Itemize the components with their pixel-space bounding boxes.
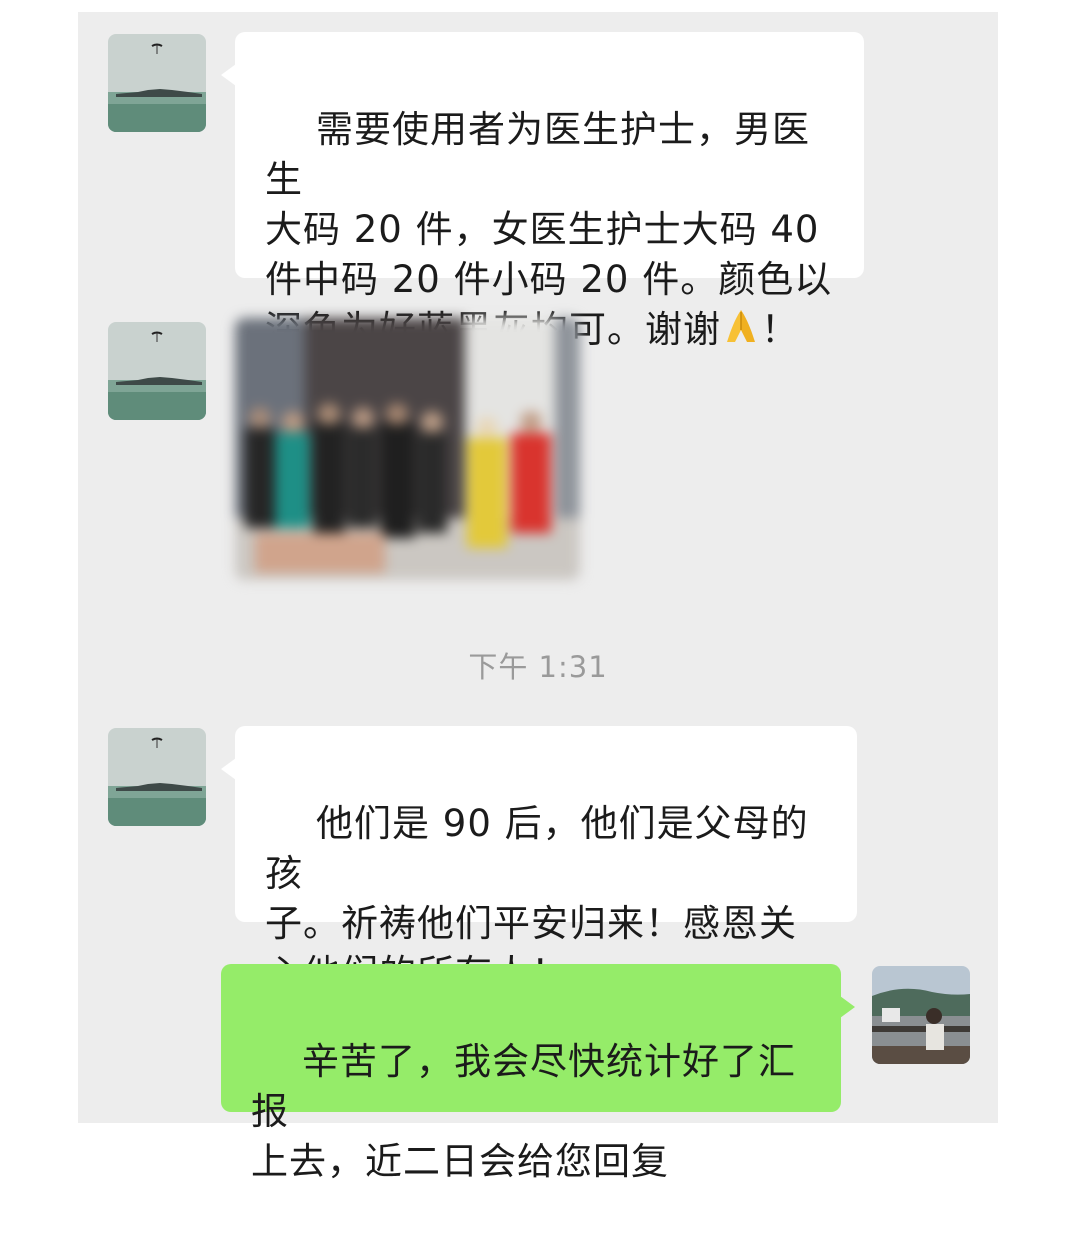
message-text-tail: ！ xyxy=(761,308,799,351)
contact-avatar[interactable] xyxy=(108,34,206,132)
chat-area[interactable]: 需要使用者为医生护士，男医生 大码 20 件，女医生护士大码 40 件中码 20… xyxy=(78,12,998,1183)
seaside-paraglider-image xyxy=(108,322,206,420)
blurred-group-photo[interactable] xyxy=(235,318,580,580)
message-bubble[interactable]: 需要使用者为医生护士，男医生 大码 20 件，女医生护士大码 40 件中码 20… xyxy=(221,32,864,351)
message-bubble-self[interactable]: 辛苦了，我会尽快统计好了汇报 上去，近二日会给您回复 xyxy=(221,964,855,1183)
seaside-paraglider-image xyxy=(108,728,206,826)
contact-avatar[interactable] xyxy=(108,322,206,420)
contact-avatar[interactable] xyxy=(108,728,206,826)
folded-hands-icon xyxy=(721,306,761,359)
message-text: 辛苦了，我会尽快统计好了汇报 上去，近二日会给您回复 xyxy=(251,1040,797,1183)
seaside-paraglider-image xyxy=(108,34,206,132)
user-avatar[interactable] xyxy=(872,966,970,1064)
balcony-person-image xyxy=(872,966,970,1064)
message-bubble[interactable]: 他们是 90 后，他们是父母的孩 子。祈祷他们平安归来！感恩关 心他们的所有人！ xyxy=(221,726,857,995)
message-timestamp: 下午 1:31 xyxy=(468,650,608,684)
